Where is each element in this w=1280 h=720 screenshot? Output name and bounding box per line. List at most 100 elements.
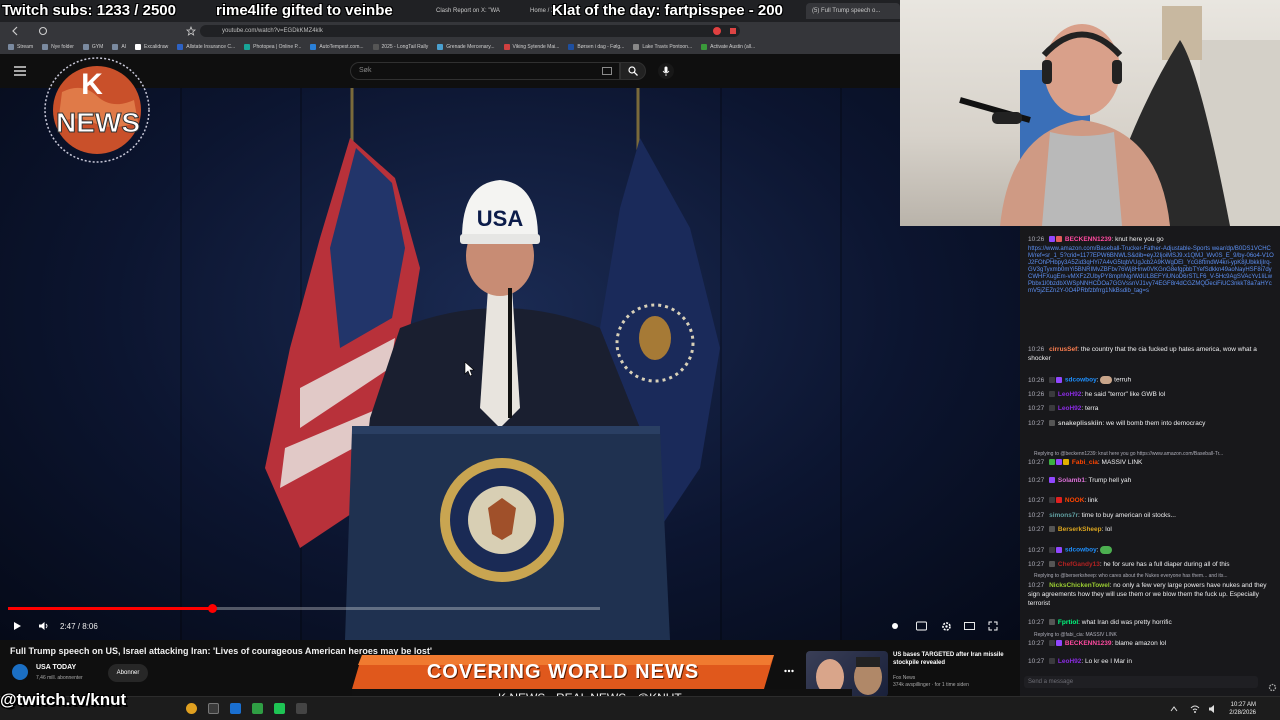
voice-search-button[interactable] <box>658 63 674 79</box>
grenade-icon <box>437 44 444 50</box>
chat-username[interactable]: Fprtiol <box>1058 619 1078 626</box>
related-video-meta: Fox News 374k avspillinger · for 1 time … <box>893 675 969 689</box>
bookmark[interactable]: AutoTempest.com... <box>310 44 364 50</box>
windows-taskbar: 10:27 AM 2/28/2026 <box>0 696 1280 720</box>
extension-icon[interactable] <box>712 26 722 36</box>
bookmark-label: Lake Travis Pontoon... <box>642 44 693 50</box>
taskbar-clock[interactable]: 10:27 AM 2/28/2026 <box>1229 701 1256 717</box>
browser-tab-active[interactable]: (5) Full Trump speech o... <box>806 3 900 19</box>
gift-badge-icon <box>1056 236 1063 243</box>
search-input[interactable]: Søk <box>350 62 620 80</box>
reply-context[interactable]: Replying to @berserksheep: who cares abo… <box>1034 573 1228 579</box>
bits-badge-icon <box>1063 459 1070 466</box>
bookmark[interactable]: Excalidraw <box>135 44 168 50</box>
chat-username[interactable]: BECKENN1239 <box>1065 640 1112 647</box>
hat-text: USA <box>477 206 524 231</box>
autoplay-toggle-icon[interactable] <box>890 621 900 631</box>
bookmark-star-icon[interactable] <box>186 26 196 36</box>
tray-chevron-up-icon[interactable] <box>1170 705 1178 713</box>
subscriber-badge-icon <box>1056 377 1063 383</box>
bookmark[interactable]: Allstate Insurance C... <box>177 44 235 50</box>
progress-bar[interactable] <box>8 604 600 613</box>
subscriber-badge-icon <box>1056 547 1063 553</box>
chat-message: 10:27 Solamb1: Trump hell yah <box>1028 477 1132 484</box>
theater-mode-icon[interactable] <box>964 621 975 631</box>
reply-context[interactable]: Replying to @fabi_cia: MASSIV LINK <box>1034 632 1117 638</box>
fullscreen-icon[interactable] <box>988 621 998 631</box>
chat-text: we will bomb them into democracy <box>1105 420 1206 427</box>
settings-gear-icon[interactable] <box>941 621 952 632</box>
chat-username[interactable]: snakeplisskiin <box>1058 420 1102 427</box>
browser-tab[interactable]: Clash Report on X: "WA <box>430 3 520 19</box>
bookmark[interactable]: Viking Sytende Mai... <box>503 44 560 50</box>
chat-username[interactable]: BerserkSheep <box>1058 526 1102 533</box>
covering-world-news-banner: COVERING WORLD NEWS <box>426 661 700 683</box>
app-icon[interactable] <box>252 703 263 714</box>
chat-message: 10:27 LeoH92: Lo kr ee I Mar in <box>1028 658 1132 665</box>
chat-username[interactable]: BECKENN1239 <box>1065 236 1112 243</box>
keyboard-icon[interactable] <box>602 67 612 75</box>
subtitles-icon[interactable] <box>916 621 927 631</box>
chat-username[interactable]: Solamb1 <box>1058 477 1085 484</box>
menu-icon[interactable] <box>14 66 26 76</box>
chat-link[interactable]: https://www.amazon.com/Baseball-Trucker-… <box>1028 246 1274 295</box>
spotify-icon[interactable] <box>274 703 285 714</box>
play-icon[interactable] <box>12 621 22 631</box>
subscribe-button[interactable]: Abonner <box>108 664 148 682</box>
chat-username[interactable]: simons7r <box>1049 512 1078 519</box>
bookmark[interactable]: Lake Travis Pontoon... <box>633 44 692 50</box>
chat-settings-gear-icon[interactable] <box>1268 683 1277 692</box>
chat-text: he for sure has a full diaper during all… <box>1103 561 1230 568</box>
chat-input[interactable]: Send a message <box>1024 676 1258 688</box>
chat-username[interactable]: Fabi_cia <box>1072 459 1098 466</box>
bookmark-label: Viking Sytende Mai... <box>512 44 560 50</box>
chrome-icon[interactable] <box>186 703 197 714</box>
related-video-title[interactable]: US bases TARGETED after Iran missile sto… <box>893 651 1023 667</box>
chat-username[interactable]: LeoH92 <box>1058 658 1081 665</box>
more-options-icon[interactable] <box>784 668 794 674</box>
reload-icon[interactable] <box>38 26 48 36</box>
bookmark-label: Nye folder <box>51 44 74 50</box>
bookmark[interactable]: Activate Austin (all... <box>701 44 755 50</box>
bookmark[interactable]: GYM <box>82 44 103 50</box>
bookmark[interactable]: Stream <box>8 44 33 50</box>
chat-username[interactable]: sdcowboy <box>1065 547 1097 554</box>
folder-icon <box>42 44 49 50</box>
volume-icon[interactable] <box>38 621 50 631</box>
chat-username[interactable]: LeoH92 <box>1058 391 1081 398</box>
search-button[interactable] <box>620 62 646 80</box>
bookmark[interactable]: AI <box>112 44 126 50</box>
app-icon[interactable] <box>208 703 219 714</box>
chat-text: blame amazon lol <box>1115 640 1167 647</box>
bookmark[interactable]: Grenade Mercenary... <box>437 44 495 50</box>
wifi-icon[interactable] <box>1190 704 1200 714</box>
pepe-emote-icon <box>1100 546 1113 554</box>
volume-tray-icon[interactable] <box>1208 704 1218 714</box>
chat-username[interactable]: cirrusSef <box>1049 346 1077 353</box>
bookmark[interactable]: Børsen i dag - Følg... <box>568 44 624 50</box>
klat-of-the-day: Klat of the day: fartpisspee - 200 <box>552 2 783 19</box>
microphone-icon <box>662 66 670 76</box>
chat-username[interactable]: LeoH92 <box>1058 405 1081 412</box>
bookmark[interactable]: Photopea | Online P... <box>244 44 301 50</box>
edge-icon[interactable] <box>230 703 241 714</box>
address-bar[interactable]: youtube.com/watch?v=EGDkKMZ4klk <box>200 25 740 37</box>
back-icon[interactable] <box>10 26 20 36</box>
bookmark[interactable]: 2025 - LongTail Rally <box>372 44 428 50</box>
reply-context[interactable]: Replying to @beckenn1239: knut here you … <box>1034 451 1223 457</box>
extension-icon[interactable] <box>728 26 738 36</box>
chat-username[interactable]: sdcowboy <box>1065 377 1097 384</box>
subscriber-badge-icon <box>1049 236 1056 243</box>
emote-icon <box>1100 376 1113 384</box>
chat-username[interactable]: NOOK <box>1065 497 1085 504</box>
channel-avatar[interactable] <box>10 662 30 682</box>
bookmark[interactable]: Nye folder <box>42 44 74 50</box>
channel-name[interactable]: USA TODAY <box>36 664 76 671</box>
chat-username[interactable]: NicksChickenTowel <box>1049 582 1110 589</box>
app-icon[interactable] <box>296 703 307 714</box>
chat-message: 10:27 LeoH92: terra <box>1028 405 1099 412</box>
chat-username[interactable]: ChefGandy13 <box>1058 561 1100 568</box>
chat-text: time to buy american oil stocks... <box>1081 512 1176 519</box>
video-player[interactable]: USA 2:47 / 8:06 <box>0 88 1020 640</box>
excalidraw-icon <box>135 44 142 50</box>
